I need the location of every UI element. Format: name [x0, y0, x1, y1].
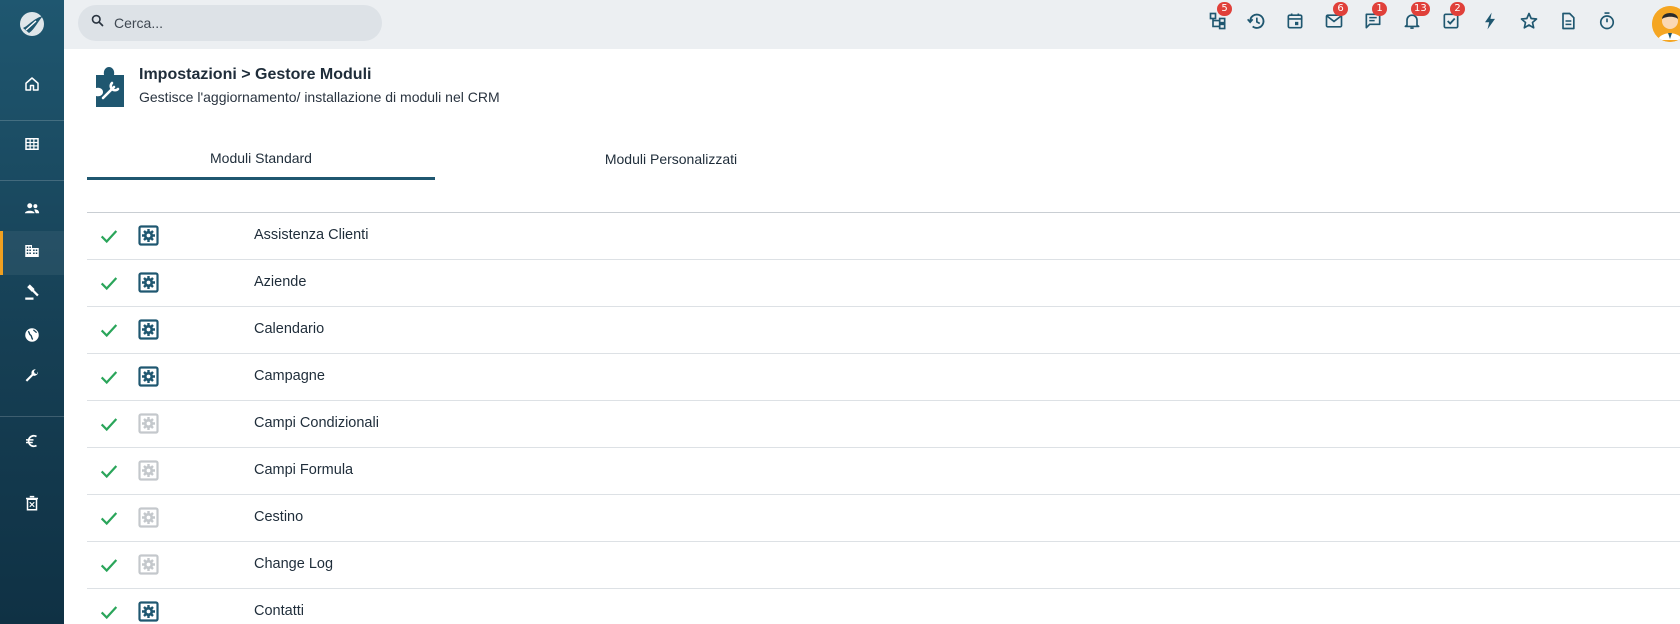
- check-icon[interactable]: [98, 413, 120, 435]
- search-box[interactable]: [78, 5, 382, 41]
- favorites-button[interactable]: [1515, 9, 1543, 37]
- notification-badge: 13: [1411, 2, 1430, 16]
- module-name: Assistenza Clienti: [254, 227, 369, 243]
- globe-icon: [23, 326, 41, 349]
- check-icon[interactable]: [98, 319, 120, 341]
- module-name: Contatti: [254, 603, 304, 619]
- notifications-button[interactable]: 13: [1398, 2, 1430, 37]
- sidebar-item-trash[interactable]: [0, 483, 64, 527]
- module-name: Campi Formula: [254, 462, 354, 478]
- timer-button[interactable]: [1593, 9, 1621, 37]
- logo-icon[interactable]: [16, 8, 48, 40]
- calendar-icon: [1285, 11, 1305, 36]
- module-settings-icon[interactable]: [138, 272, 159, 293]
- table-row[interactable]: Calendario: [87, 307, 1680, 354]
- check-icon[interactable]: [98, 601, 120, 623]
- sidebar: [0, 0, 64, 624]
- check-icon[interactable]: [98, 225, 120, 247]
- timer-icon: [1597, 11, 1617, 36]
- module-name: Campi Condizionali: [254, 415, 379, 431]
- sidebar-divider: [0, 120, 64, 121]
- puzzle-settings-icon: [90, 63, 130, 113]
- module-name: Change Log: [254, 556, 334, 572]
- sidebar-item-tools[interactable]: [0, 356, 64, 400]
- notification-badge: 5: [1217, 2, 1232, 16]
- history-button[interactable]: [1242, 9, 1270, 37]
- check-icon[interactable]: [98, 366, 120, 388]
- check-icon[interactable]: [98, 460, 120, 482]
- notification-badge: 6: [1333, 2, 1348, 16]
- document-icon: [1558, 11, 1578, 36]
- check-icon[interactable]: [98, 507, 120, 529]
- table-row[interactable]: Change Log: [87, 542, 1680, 589]
- star-icon: [1519, 11, 1539, 36]
- quick-actions-button[interactable]: [1476, 9, 1504, 37]
- table-row[interactable]: Cestino: [87, 495, 1680, 542]
- module-settings-icon: [138, 460, 159, 481]
- module-name: Calendario: [254, 321, 325, 337]
- table-row[interactable]: Assistenza Clienti: [87, 213, 1680, 260]
- table-row[interactable]: Campagne: [87, 354, 1680, 401]
- page-title: Impostazioni > Gestore Moduli: [139, 66, 372, 83]
- module-name: Cestino: [254, 509, 304, 525]
- building-icon: [23, 242, 41, 265]
- notification-badge: 1: [1372, 2, 1387, 16]
- mail-button[interactable]: 6: [1320, 2, 1348, 37]
- page-subtitle: Gestisce l'aggiornamento/ installazione …: [139, 89, 500, 105]
- tasks-button[interactable]: 2: [1437, 2, 1465, 37]
- module-settings-icon[interactable]: [138, 225, 159, 246]
- chat-button[interactable]: 1: [1359, 2, 1387, 37]
- sidebar-item-gavel[interactable]: [0, 273, 64, 317]
- module-settings-icon: [138, 507, 159, 528]
- documents-button[interactable]: [1554, 9, 1582, 37]
- table-row[interactable]: Contatti: [87, 589, 1680, 624]
- notification-badge: 2: [1450, 2, 1465, 16]
- sidebar-item-home[interactable]: [0, 64, 64, 108]
- sidebar-item-globe[interactable]: [0, 315, 64, 359]
- table-row[interactable]: Aziende: [87, 260, 1680, 307]
- trash-icon: [23, 494, 41, 517]
- module-name: Campagne: [254, 368, 325, 384]
- check-icon[interactable]: [98, 272, 120, 294]
- bolt-icon: [1480, 11, 1500, 36]
- hierarchy-button[interactable]: 5: [1204, 2, 1232, 37]
- user-avatar[interactable]: [1652, 6, 1680, 42]
- search-icon: [90, 13, 114, 33]
- sidebar-item-companies[interactable]: [0, 231, 64, 275]
- module-settings-icon: [138, 554, 159, 575]
- app-window: 5 6 1 13: [0, 0, 1680, 624]
- home-icon: [23, 75, 41, 98]
- module-settings-icon[interactable]: [138, 601, 159, 622]
- search-input[interactable]: [114, 15, 364, 31]
- module-settings-icon[interactable]: [138, 366, 159, 387]
- table-row[interactable]: Campi Formula: [87, 448, 1680, 495]
- history-icon: [1246, 11, 1266, 36]
- top-bar: 5 6 1 13: [64, 0, 1680, 49]
- grid-icon: [23, 135, 41, 158]
- table-row[interactable]: Campi Condizionali: [87, 401, 1680, 448]
- wrench-icon: [23, 367, 41, 390]
- sidebar-divider: [0, 180, 64, 181]
- gavel-icon: [23, 283, 41, 307]
- calendar-button[interactable]: [1281, 9, 1309, 37]
- sidebar-divider: [0, 416, 64, 417]
- euro-icon: [23, 432, 41, 455]
- tab-custom-modules[interactable]: Moduli Personalizzati: [497, 138, 845, 180]
- tab-standard-modules[interactable]: Moduli Standard: [87, 138, 435, 180]
- sidebar-item-grid[interactable]: [0, 124, 64, 168]
- module-settings-icon: [138, 413, 159, 434]
- sidebar-item-euro[interactable]: [0, 421, 64, 465]
- module-settings-icon[interactable]: [138, 319, 159, 340]
- module-name: Aziende: [254, 274, 307, 290]
- sidebar-item-people[interactable]: [0, 188, 64, 232]
- check-icon[interactable]: [98, 554, 120, 576]
- people-icon: [23, 199, 41, 222]
